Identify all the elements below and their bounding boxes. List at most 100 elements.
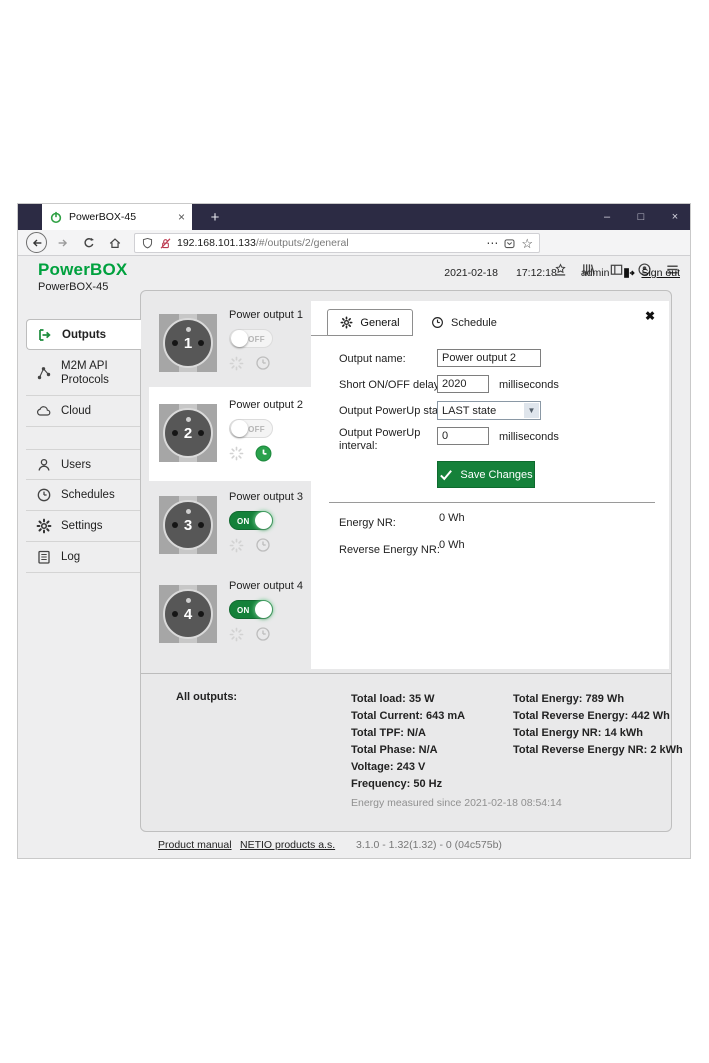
output-card-4[interactable]: 4 Power output 4 ON: [149, 572, 311, 657]
output-toggle[interactable]: OFF: [229, 329, 273, 348]
toggle-state-label: OFF: [248, 335, 265, 344]
outputs-panel: 1 Power output 1 OFF 2 Power output 2 OF…: [140, 290, 672, 832]
sidebar-item-label: Outputs: [62, 329, 106, 341]
tab-general[interactable]: General: [327, 309, 413, 336]
output-card-2[interactable]: 2 Power output 2 OFF: [149, 387, 311, 481]
sidebar-item-schedules[interactable]: Schedules: [26, 480, 140, 511]
sidebar-item-outputs[interactable]: Outputs: [26, 319, 141, 350]
sidebar-item-label: Log: [61, 546, 137, 568]
home-button[interactable]: [108, 236, 122, 250]
new-tab-button[interactable]: +: [202, 204, 228, 230]
tab-close-icon[interactable]: ×: [178, 210, 185, 224]
tracking-shield-icon: [141, 237, 154, 250]
sign-out-link[interactable]: Sign out: [621, 266, 680, 280]
powerup-interval-input[interactable]: [437, 427, 489, 445]
url-text: 192.168.101.133/#/outputs/2/general: [177, 237, 481, 249]
firmware-version: 3.1.0 - 1.32(1.32) - 0 (04c575b): [356, 839, 502, 851]
url-host: 192.168.101.133: [177, 237, 256, 249]
total-load: Total load: 35 W: [351, 691, 465, 708]
tab-edge-line: [311, 335, 328, 336]
current-time: 17:12:18: [516, 267, 557, 279]
output-number: 4: [165, 606, 211, 623]
check-icon: [439, 469, 453, 481]
url-bar[interactable]: 192.168.101.133/#/outputs/2/general ⋯ ☆: [134, 233, 540, 253]
header-status-bar: 2021-02-18 17:12:18 admin Sign out: [444, 266, 680, 280]
schedules-icon: [36, 487, 52, 503]
window-close-button[interactable]: ×: [668, 211, 682, 223]
back-button[interactable]: [26, 232, 47, 253]
current-date: 2021-02-18: [444, 267, 498, 279]
short-delay-unit: milliseconds: [499, 379, 559, 391]
powerup-interval-label: Output PowerUp interval:: [339, 427, 431, 453]
totals-divider: [141, 673, 671, 674]
output-busy-spinner-icon: [229, 446, 244, 461]
output-number: 3: [165, 517, 211, 534]
maximize-button[interactable]: □: [634, 211, 648, 223]
browser-window: PowerBOX-45 × + – □ ×: [18, 204, 690, 858]
sidebar-item-cloud[interactable]: Cloud: [26, 396, 140, 427]
url-path: /#/outputs/2/general: [256, 237, 349, 249]
save-changes-button[interactable]: Save Changes: [437, 461, 535, 488]
power-favicon-icon: [49, 210, 63, 224]
sidebar-item-label: Settings: [61, 515, 137, 537]
output-name: Power output 3: [229, 491, 303, 503]
schedule-active-icon: [255, 445, 272, 462]
sidebar-item-label: M2M API Protocols: [61, 355, 137, 391]
settings-gear-icon: [36, 518, 52, 534]
powerup-state-label: Output PowerUp state:: [339, 405, 450, 417]
pocket-icon[interactable]: [503, 237, 516, 250]
browser-toolbar: 192.168.101.133/#/outputs/2/general ⋯ ☆: [18, 230, 690, 256]
totals-column-1: Total load: 35 W Total Current: 643 mA T…: [351, 691, 465, 793]
short-delay-input[interactable]: [437, 375, 489, 393]
sidebar-item-label: Cloud: [61, 400, 137, 422]
minimize-button[interactable]: –: [600, 211, 614, 223]
netio-products-link[interactable]: NETIO products a.s.: [240, 839, 335, 851]
forward-button[interactable]: [56, 236, 70, 250]
section-divider: [329, 502, 655, 503]
reload-button[interactable]: [82, 236, 96, 250]
output-name-input[interactable]: [437, 349, 541, 367]
toggle-state-label: OFF: [248, 425, 265, 434]
sidebar-item-m2m-api[interactable]: M2M API Protocols: [26, 350, 140, 396]
schedule-inactive-icon: [255, 355, 271, 371]
product-manual-link[interactable]: Product manual: [158, 839, 232, 851]
output-number: 2: [165, 425, 211, 442]
output-busy-spinner-icon: [229, 627, 244, 642]
voltage: Voltage: 243 V: [351, 759, 465, 776]
xlr-connector-icon: 2: [159, 404, 217, 462]
detail-close-button[interactable]: ✖: [645, 309, 655, 323]
output-card-3[interactable]: 3 Power output 3 ON: [149, 483, 311, 568]
reload-icon: [82, 236, 96, 250]
toggle-knob: [231, 420, 248, 437]
xlr-connector-icon: 1: [159, 314, 217, 372]
cloud-icon: [36, 403, 52, 419]
browser-tab[interactable]: PowerBOX-45 ×: [42, 204, 192, 230]
logged-in-user: admin: [581, 267, 610, 279]
output-toggle[interactable]: OFF: [229, 419, 273, 438]
output-name-label: Output name:: [339, 353, 406, 365]
sidebar-item-log[interactable]: Log: [26, 542, 140, 573]
log-icon: [36, 549, 52, 565]
output-toggle[interactable]: ON: [229, 511, 273, 530]
toggle-state-label: ON: [237, 606, 250, 615]
tab-schedule[interactable]: Schedule: [423, 309, 505, 336]
output-card-1[interactable]: 1 Power output 1 OFF: [149, 301, 311, 385]
sidebar-item-users[interactable]: Users: [26, 449, 140, 480]
output-toggle[interactable]: ON: [229, 600, 273, 619]
all-outputs-label: All outputs:: [176, 691, 237, 703]
total-reverse-energy: Total Reverse Energy: 442 Wh: [513, 708, 683, 725]
output-detail-pane: General Schedule ✖ Output name: Short ON…: [311, 301, 669, 669]
tab-label: General: [360, 317, 399, 329]
brand-title: PowerBOX: [38, 260, 127, 280]
page-actions-icon[interactable]: ⋯: [486, 237, 498, 249]
toggle-state-label: ON: [237, 517, 250, 526]
energy-nr-label: Energy NR:: [339, 517, 396, 529]
total-energy: Total Energy: 789 Wh: [513, 691, 683, 708]
powerup-state-select[interactable]: LAST state ▼: [437, 401, 541, 420]
forward-arrow-icon: [56, 236, 70, 250]
xlr-connector-icon: 3: [159, 496, 217, 554]
sidebar-item-settings[interactable]: Settings: [26, 511, 140, 542]
bookmark-star-icon[interactable]: ☆: [521, 237, 533, 250]
home-icon: [108, 236, 122, 250]
sign-out-label: Sign out: [641, 267, 680, 279]
